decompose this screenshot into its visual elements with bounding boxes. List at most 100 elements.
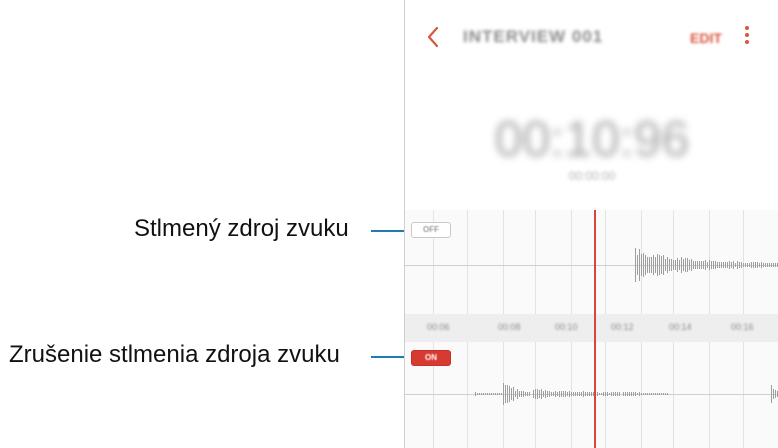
waveform-bar: [731, 262, 732, 268]
waveform-bar: [639, 392, 640, 396]
grid-line: [503, 210, 504, 314]
waveform-bar: [499, 393, 500, 395]
waveform-bar: [633, 392, 634, 396]
chevron-left-icon: [427, 26, 439, 48]
waveform-bar: [705, 260, 706, 270]
waveform-bar: [683, 259, 684, 271]
waveform-bar: [659, 255, 660, 275]
waveform-bar: [665, 393, 666, 395]
grid-line: [467, 342, 468, 448]
mute-toggle-on[interactable]: ON: [411, 350, 451, 366]
waveform-bar: [719, 262, 720, 268]
recording-title: INTERVIEW 001: [463, 27, 604, 46]
waveform-bar: [775, 263, 776, 267]
waveform-bar: [529, 392, 530, 396]
waveform-bar: [487, 393, 488, 395]
waveform-bar: [599, 393, 600, 395]
waveform-bar: [673, 260, 674, 270]
waveform-bar: [505, 385, 506, 403]
waveform-bar: [511, 388, 512, 400]
waveform-bar: [561, 391, 562, 397]
waveform-bar: [741, 262, 742, 268]
waveform-bar: [533, 390, 534, 398]
waveform-bar: [757, 262, 758, 268]
waveform-bar: [615, 392, 616, 396]
audio-track-2[interactable]: [405, 342, 778, 448]
waveform-bar: [703, 261, 704, 269]
waveform-bar: [489, 393, 490, 395]
more-options-button[interactable]: [742, 26, 752, 48]
elapsed-time: 00:10:96: [494, 111, 690, 167]
audio-track-1[interactable]: [405, 210, 778, 314]
waveform-bar: [729, 261, 730, 269]
waveform-bar: [577, 392, 578, 396]
waveform-bar: [767, 263, 768, 267]
waveform-bar: [677, 258, 678, 272]
timeline-tick-label: 00:16: [731, 322, 754, 332]
waveform-bar: [691, 259, 692, 271]
waveform-bar: [671, 259, 672, 271]
waveform-bar: [605, 392, 606, 396]
waveform-bar: [711, 261, 712, 269]
waveform-bar: [663, 393, 664, 395]
waveform-bar: [483, 393, 484, 395]
waveform-bar: [637, 393, 638, 395]
mute-toggle-off[interactable]: OFF: [411, 222, 451, 238]
waveform-bar: [669, 259, 670, 271]
waveform-bar: [625, 392, 626, 396]
timeline-tick-label: 00:06: [427, 322, 450, 332]
waveform-bar: [663, 255, 664, 275]
timeline-tick-label: 00:12: [611, 322, 634, 332]
waveform-bar: [475, 392, 476, 396]
waveform-bar: [537, 389, 538, 399]
waveform-bar: [497, 393, 498, 395]
playhead[interactable]: [594, 210, 596, 448]
waveform-bar: [643, 393, 644, 395]
mute-toggle-label: OFF: [423, 225, 439, 234]
waveform-bar: [583, 391, 584, 397]
waveform-bar: [549, 391, 550, 397]
waveform-bar: [485, 393, 486, 395]
waveform-bar: [751, 262, 752, 268]
waveform-bar: [717, 262, 718, 268]
timeline-tick-label: 00:08: [498, 322, 521, 332]
waveform-bar: [507, 385, 508, 403]
waveform-bar: [581, 392, 582, 396]
waveform-bar: [611, 392, 612, 396]
waveform-bar: [503, 383, 504, 405]
waveform-bar: [715, 261, 716, 269]
waveform-bar: [759, 263, 760, 267]
waveform-bar: [651, 257, 652, 273]
waveform-bar: [545, 390, 546, 398]
waveform-bar: [601, 393, 602, 395]
waveform-bar: [631, 392, 632, 396]
waveform-bar: [539, 390, 540, 398]
waveform-bar: [709, 260, 710, 270]
waveform-bar: [675, 260, 676, 270]
waveform-bar: [699, 261, 700, 269]
edit-button[interactable]: EDIT: [690, 30, 722, 46]
waveform-bar: [765, 263, 766, 267]
waveform-bar: [563, 391, 564, 397]
elapsed-time-secondary: 00:00:00: [568, 169, 616, 183]
waveform-bar: [745, 263, 746, 267]
waveform-bar: [647, 393, 648, 395]
waveform-bar: [737, 261, 738, 269]
waveform-bar: [685, 258, 686, 272]
back-button[interactable]: [425, 25, 441, 49]
waveform-bar: [701, 261, 702, 269]
waveform-bar: [679, 260, 680, 270]
waveform-bar: [629, 392, 630, 396]
waveform-bar: [559, 391, 560, 397]
waveform-bar: [521, 391, 522, 397]
waveform-bar: [623, 392, 624, 396]
timeline-tick-label: 00:10: [555, 322, 578, 332]
waveform-bar: [575, 392, 576, 396]
waveform-bar: [695, 261, 696, 269]
grid-line: [641, 342, 642, 448]
grid-line: [467, 210, 468, 314]
waveform-bar: [773, 389, 774, 399]
waveform-bar: [725, 262, 726, 268]
timer-area: 00:10:96 00:00:00: [405, 72, 778, 190]
waveform-bar: [689, 260, 690, 270]
